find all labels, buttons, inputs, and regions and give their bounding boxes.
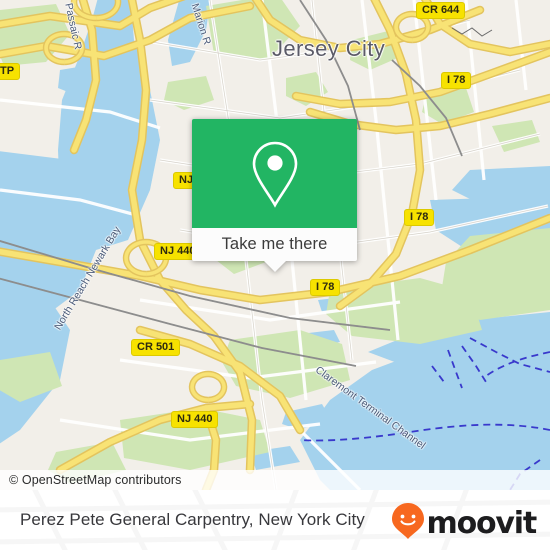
road-shield-i-78-center: I 78 <box>310 279 341 296</box>
map-attribution-bar: © OpenStreetMap contributors <box>0 470 550 490</box>
footer-bar: Perez Pete General Carpentry, New York C… <box>0 490 550 550</box>
map-label-jersey-city: Jersey City <box>272 36 386 61</box>
take-me-there-popup[interactable]: Take me there <box>192 119 357 272</box>
popup-tail <box>263 260 287 272</box>
moovit-wordmark: moovit <box>426 505 538 541</box>
osm-attribution-text[interactable]: © OpenStreetMap contributors <box>0 473 182 487</box>
road-shield-i-78-east: I 78 <box>404 209 435 226</box>
map-pin-icon <box>247 138 303 210</box>
road-shield-nj-440-lower: NJ 440 <box>171 411 219 428</box>
road-shield-cr-644: CR 644 <box>416 2 466 19</box>
popup-icon-area <box>192 119 357 228</box>
take-me-there-label: Take me there <box>221 235 328 253</box>
place-title: Perez Pete General Carpentry, New York C… <box>20 510 365 529</box>
map-canvas[interactable]: Jersey City Passaic R Marion R North Rea… <box>0 0 550 490</box>
moovit-pin-icon <box>391 502 425 545</box>
road-shield-i-78-north: I 78 <box>441 72 472 89</box>
road-shield-cr-501: CR 501 <box>131 339 181 356</box>
moovit-map-screenshot: Jersey City Passaic R Marion R North Rea… <box>0 0 550 550</box>
moovit-logo[interactable]: moovit <box>391 502 538 545</box>
take-me-there-button[interactable]: Take me there <box>192 228 357 261</box>
road-shield-turnpike: TP <box>0 63 21 80</box>
